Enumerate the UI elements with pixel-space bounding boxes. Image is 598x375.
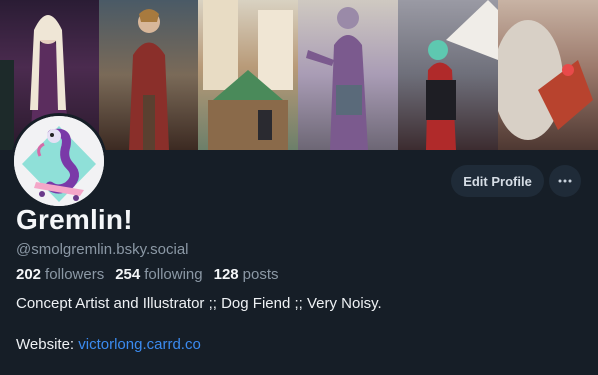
banner-artwork-3: [198, 0, 298, 150]
banner-artwork-4: [298, 0, 398, 150]
ellipsis-icon: [558, 179, 572, 183]
followers-count: 202: [16, 266, 42, 283]
following-label: following: [144, 266, 203, 283]
following-stat[interactable]: 254 following: [115, 266, 202, 283]
profile-stats: 202 followers 254 following 128 posts: [16, 266, 279, 283]
website-link[interactable]: victorlong.carrd.co: [78, 336, 201, 353]
profile-handle: @smolgremlin.bsky.social: [16, 241, 189, 258]
website-line: Website: victorlong.carrd.co: [16, 336, 201, 353]
followers-stat[interactable]: 202 followers: [16, 266, 104, 283]
banner-artwork-6: [498, 0, 598, 150]
website-label: Website:: [16, 336, 75, 353]
banner-artwork-2: [99, 0, 198, 150]
following-count: 254: [115, 266, 141, 283]
edit-profile-button[interactable]: Edit Profile: [451, 165, 544, 197]
posts-stat: 128 posts: [214, 266, 279, 283]
display-name: Gremlin!: [16, 204, 133, 235]
profile-bio: Concept Artist and Illustrator ;; Dog Fi…: [16, 295, 382, 312]
followers-label: followers: [45, 266, 105, 283]
more-options-button[interactable]: [549, 165, 581, 197]
posts-count: 128: [213, 266, 239, 283]
banner-artwork-5: [398, 0, 498, 150]
posts-label: posts: [242, 266, 279, 283]
avatar[interactable]: [11, 113, 107, 209]
